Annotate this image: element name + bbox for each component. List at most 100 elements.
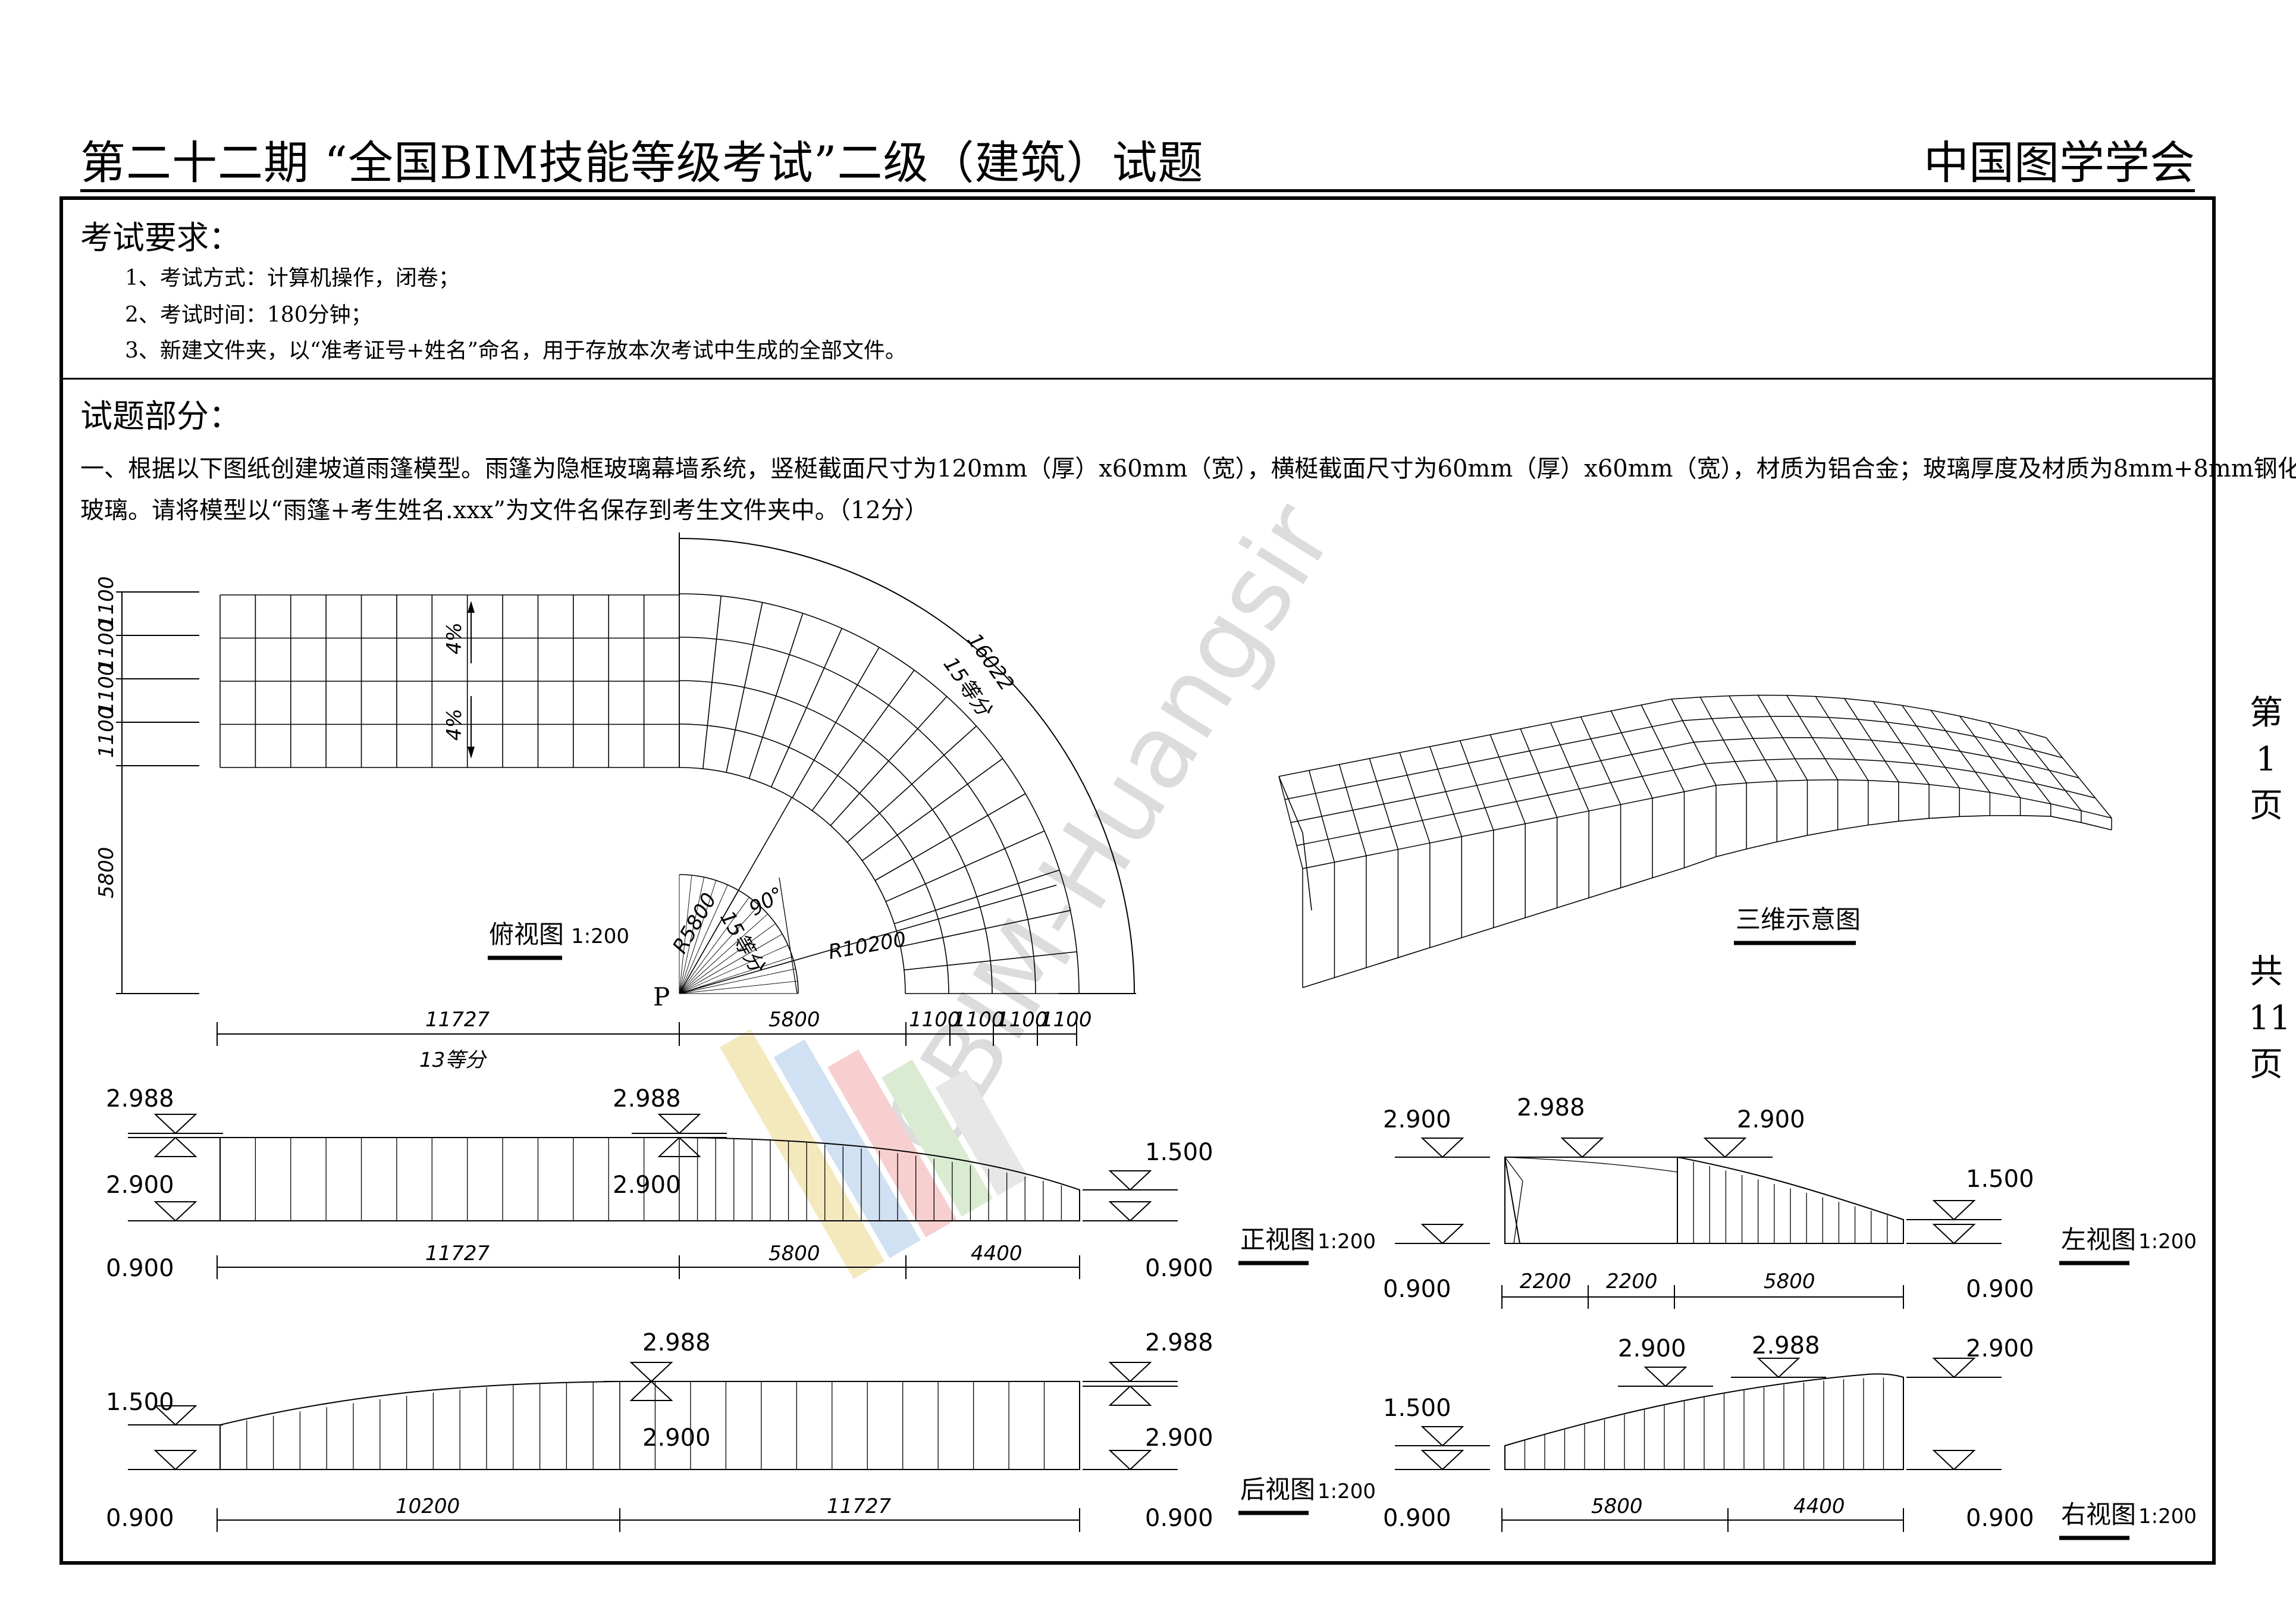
- plan-arc: [679, 767, 906, 994]
- elevation-value: 2.988: [106, 1085, 174, 1113]
- iso-view-label: 三维示意图: [1736, 905, 1861, 934]
- elevation-triangle: [1108, 1170, 1152, 1191]
- left-view-dim-2: 5800: [769, 1242, 820, 1265]
- plan-radial-line: [748, 613, 804, 779]
- elevation-value: 2.900: [106, 1171, 174, 1199]
- elevation-value: 2.900: [1145, 1424, 1213, 1452]
- elevation-value: 2.900: [642, 1424, 711, 1452]
- elevation-value: 2.988: [642, 1329, 711, 1356]
- elevation-triangle: [1756, 1358, 1801, 1378]
- elevation-triangle: [1108, 1385, 1152, 1406]
- front-view: 2200 2200 5800 正视图 1:200 左视图 1:200: [1238, 1157, 2197, 1309]
- front-view-dim-3: 5800: [1764, 1270, 1815, 1293]
- elevation-triangle: [1932, 1200, 1976, 1221]
- plan-slope-1: 4%: [443, 622, 466, 654]
- plan-dim-left-5: 5800: [95, 847, 118, 898]
- elevation-value: 2.900: [1737, 1106, 1805, 1133]
- iso-view: 三维示意图: [1278, 694, 2112, 988]
- elevation-value: 2.988: [613, 1085, 681, 1113]
- elevation-triangle: [153, 1114, 197, 1135]
- elevation-value: 1.500: [1966, 1165, 2034, 1193]
- plan-dim-left-4: 1100: [95, 706, 118, 758]
- elevation-value: 0.900: [1383, 1276, 1451, 1303]
- right-view-dim-2: 4400: [1793, 1494, 1845, 1518]
- plan-point-p: P: [653, 982, 670, 1011]
- iso-purlin: [1278, 694, 2047, 777]
- right-view-label: 右视图: [2061, 1500, 2136, 1529]
- elevation-triangle: [1420, 1224, 1464, 1245]
- drawing-sheet: .ln{stroke:#000;stroke-width:2;fill:none…: [95, 484, 2197, 1540]
- plan-arc: [679, 723, 949, 994]
- front-view-mullions: [1677, 1157, 1904, 1243]
- front-view-dim-2: 2200: [1606, 1270, 1658, 1293]
- plan-radial-line: [792, 647, 880, 798]
- back-view-dim-1: 10200: [396, 1494, 460, 1518]
- elevation-value: 0.900: [1966, 1276, 2034, 1303]
- front-view-dim-1: 2200: [1520, 1270, 1572, 1293]
- elevation-value: 1.500: [1145, 1139, 1213, 1166]
- elevation-triangle: [1108, 1201, 1152, 1222]
- elevation-triangle: [657, 1114, 701, 1135]
- elevation-triangle: [629, 1380, 673, 1401]
- front-view-outline: [1504, 1157, 1678, 1244]
- back-view-scale: 1:200: [1318, 1480, 1376, 1503]
- elevation-triangle: [1108, 1362, 1152, 1383]
- iso-base-line: [1302, 815, 2112, 988]
- front-view-scale: 1:200: [1318, 1230, 1376, 1254]
- elevation-value: 2.900: [1618, 1335, 1686, 1362]
- plan-center-ray: [679, 956, 793, 994]
- elevation-triangle: [1420, 1426, 1464, 1447]
- elevation-triangle: [629, 1362, 673, 1383]
- elevation-value: 2.900: [1966, 1335, 2034, 1362]
- elevation-value: 1.500: [106, 1389, 174, 1416]
- elevation-value: 1.500: [1383, 1395, 1451, 1422]
- plan-dim-bottom-2: 5800: [769, 1008, 820, 1032]
- plan-angle: 90°: [745, 882, 788, 921]
- elevation-value: 2.988: [1752, 1332, 1820, 1359]
- elevation-value: 2.900: [613, 1171, 681, 1199]
- elevation-triangle: [1932, 1450, 1976, 1471]
- plan-dim-bottom-1: 11727: [425, 1008, 490, 1032]
- back-view-dim-2: 11727: [827, 1494, 892, 1518]
- elevation-value: 0.900: [1966, 1505, 2034, 1532]
- elevation-value: 0.900: [1145, 1255, 1213, 1282]
- elevation-triangle: [1108, 1450, 1152, 1471]
- elevation-marks: 2.988 2.900 2.988 2.900 1.500 0.900 0.900 1.500…: [106, 1085, 2034, 1532]
- back-view-label: 后视图: [1240, 1475, 1315, 1504]
- elevation-value: 0.900: [1383, 1505, 1451, 1532]
- watermark-text: CBIM-Huangsir: [861, 484, 1356, 1179]
- right-view-mullions: [1504, 1377, 1904, 1470]
- elevation-value: 0.900: [1145, 1505, 1213, 1532]
- elevation-triangle: [1420, 1138, 1464, 1158]
- plan-thirteen-divisions: 13等分: [419, 1048, 487, 1072]
- elevation-value: 2.988: [1517, 1094, 1585, 1121]
- plan-radial-line: [726, 602, 763, 773]
- right-view-dim-1: 5800: [1591, 1494, 1643, 1518]
- plan-center-ray: [679, 945, 788, 994]
- right-view: 5800 4400 右视图 1:200: [1501, 1373, 2197, 1540]
- elevation-value: 2.900: [1383, 1106, 1451, 1133]
- left-view-label: 左视图: [2061, 1225, 2136, 1254]
- elevation-triangle: [1420, 1450, 1464, 1471]
- plan-radius-big: R10200: [827, 928, 908, 964]
- front-view-label: 正视图: [1240, 1225, 1315, 1254]
- elevation-value: 0.900: [106, 1505, 174, 1532]
- plan-view-scale: 1:200: [571, 925, 629, 948]
- plan-radial-line: [874, 793, 1026, 881]
- left-view-dim-3: 4400: [971, 1242, 1022, 1265]
- plan-center-ray: [679, 980, 798, 994]
- left-view-scale: 1:200: [2138, 1230, 2197, 1254]
- plan-radial-line: [702, 596, 722, 769]
- elevation-triangle: [1560, 1138, 1604, 1158]
- plan-view-label: 俯视图: [489, 920, 564, 949]
- elevation-triangle: [153, 1450, 197, 1471]
- elevation-triangle: [153, 1136, 197, 1157]
- elevation-value: 0.900: [106, 1255, 174, 1282]
- plan-dim-bottom-6: 1100: [1040, 1008, 1092, 1032]
- left-view-dim-1: 11727: [425, 1242, 490, 1265]
- elevation-triangle: [1932, 1224, 1976, 1245]
- elevation-triangle: [153, 1201, 197, 1222]
- watermark: CBIM-Huangsir: [720, 484, 1356, 1279]
- plan-grid: [219, 594, 680, 768]
- elevation-triangle: [1703, 1138, 1747, 1158]
